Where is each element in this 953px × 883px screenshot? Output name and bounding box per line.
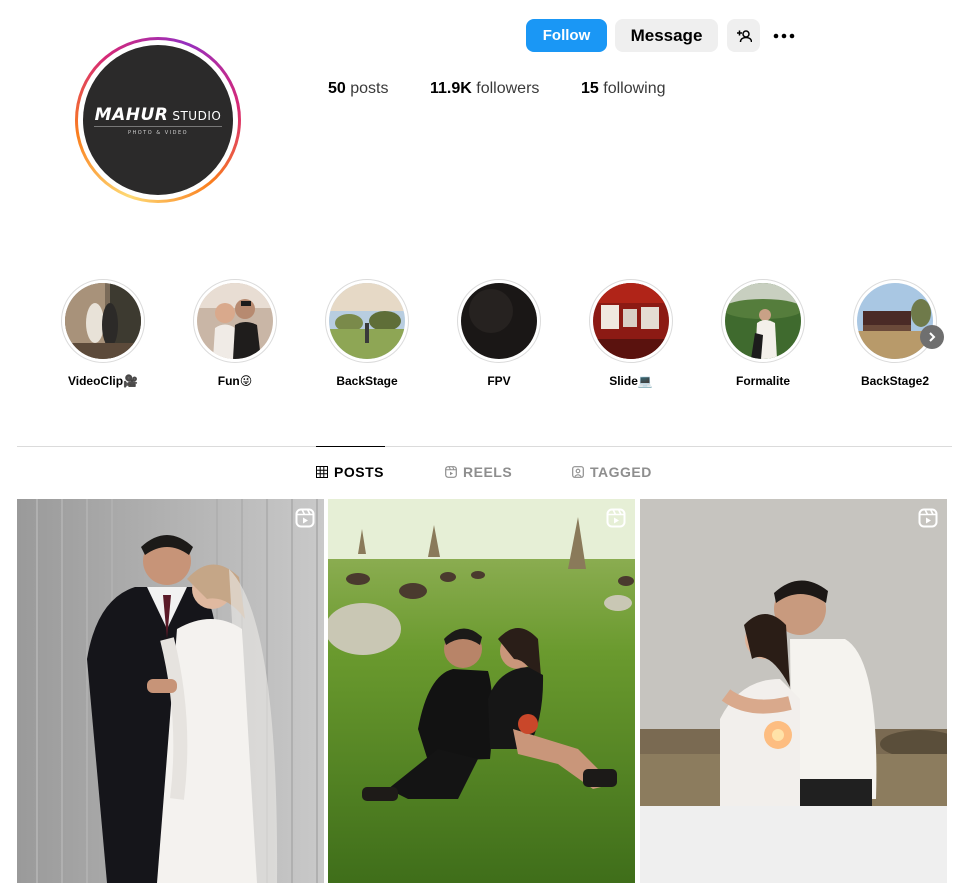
highlight-label: Fun😜 [217,374,253,388]
tabs-divider [17,446,952,447]
highlight-label: BackStage [336,374,398,388]
post-tile[interactable] [328,499,635,883]
logo-studio-text: STUDIO [172,108,222,123]
more-options-button[interactable] [768,19,800,52]
tab-tagged-label: TAGGED [590,464,652,480]
highlight-label: VideoClip🎥 [67,374,139,388]
highlight-fpv[interactable]: FPV [457,279,541,388]
follow-button[interactable]: Follow [526,19,607,52]
highlight-slide[interactable]: Slide💻 [589,279,673,388]
message-button[interactable]: Message [615,19,718,52]
profile-avatar-ring[interactable]: MAHUR STUDIO PHOTO & VIDEO [75,37,241,203]
avatar-gap: MAHUR STUDIO PHOTO & VIDEO [78,40,238,200]
reel-badge-icon [918,508,938,528]
highlight-cover [329,283,405,359]
tab-reels-label: REELS [463,464,513,480]
studio-logo: MAHUR STUDIO [95,105,222,125]
highlight-backstage[interactable]: BackStage [325,279,409,388]
chevron-right-icon [929,332,936,342]
highlight-label: BackStage2 [860,374,930,388]
tagged-icon [572,466,584,478]
followers-label: followers [476,80,540,97]
more-horizontal-icon [773,33,795,38]
tab-posts-label: POSTS [334,464,384,480]
highlight-cover [197,283,273,359]
highlight-cover [593,283,669,359]
tab-reels[interactable]: REELS [445,464,512,480]
avatar[interactable]: MAHUR STUDIO PHOTO & VIDEO [83,45,233,195]
post-image [640,499,947,806]
highlight-label: Formalite [735,374,790,388]
post-tile[interactable] [640,499,947,806]
highlight-cover [725,283,801,359]
following-stat[interactable]: 15 following [581,80,666,98]
posts-label: posts [350,80,389,97]
logo-rule [94,125,222,127]
highlight-formalite[interactable]: Formalite [721,279,805,388]
posts-count: 50 [328,80,346,97]
reel-badge-icon [295,508,315,528]
followers-stat[interactable]: 11.9K followers [430,80,539,98]
add-user-button[interactable] [727,19,760,52]
highlight-ring [589,279,673,363]
highlight-cover [65,283,141,359]
highlight-ring [457,279,541,363]
highlight-ring [325,279,409,363]
post-tile[interactable] [17,499,324,883]
post-placeholder [640,806,947,883]
highlight-ring [193,279,277,363]
highlight-cover [461,283,537,359]
posts-stat: 50 posts [328,80,389,98]
active-tab-indicator [316,446,385,447]
reels-icon [445,466,457,478]
logo-main-text: MAHUR [94,104,169,125]
highlight-label: Slide💻 [609,374,653,388]
highlights-next-button[interactable] [920,325,944,349]
following-label: following [603,80,666,97]
highlight-ring [61,279,145,363]
highlight-label: FPV [487,374,511,388]
followers-count: 11.9K [430,80,472,97]
grid-icon [316,466,328,478]
post-image [328,499,635,883]
following-count: 15 [581,80,599,97]
highlight-cover [857,283,933,359]
reel-badge-icon [606,508,626,528]
tab-posts[interactable]: POSTS [316,464,384,480]
highlight-videoclip[interactable]: VideoClip🎥 [61,279,145,388]
logo-subtitle: PHOTO & VIDEO [127,129,189,136]
highlight-ring [853,279,937,363]
tab-tagged[interactable]: TAGGED [572,464,652,480]
person-add-icon [736,29,752,42]
highlight-fun[interactable]: Fun😜 [193,279,277,388]
highlight-ring [721,279,805,363]
post-image [17,499,324,883]
